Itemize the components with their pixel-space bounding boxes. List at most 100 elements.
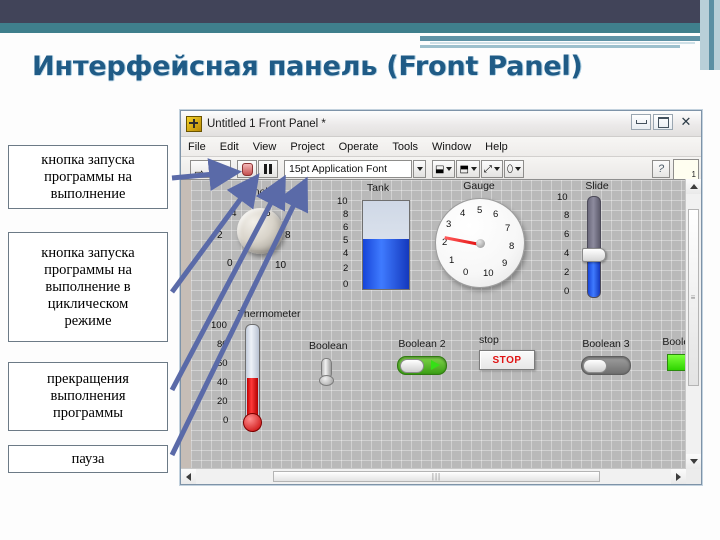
chevron-down-icon (470, 167, 477, 171)
align-objects-button[interactable]: ⬓ (432, 160, 456, 178)
menu-item-window[interactable]: Window (425, 140, 478, 154)
boolean-3-label: Boolean 3 (582, 338, 630, 350)
slide-track[interactable] (587, 196, 601, 298)
gauge-hub (476, 239, 485, 248)
tank-vessel[interactable] (362, 200, 410, 290)
run-button[interactable] (190, 160, 210, 178)
scroll-right-button[interactable] (671, 469, 686, 484)
callout-run-line-1: кнопка запуска (41, 151, 135, 168)
scroll-down-button[interactable] (686, 454, 701, 469)
callout-run-line-3: выполнение (50, 185, 126, 202)
labview-vi-icon (186, 115, 202, 132)
horizontal-scrollbar-thumb[interactable]: ||| (273, 471, 600, 482)
control-boolean-2[interactable]: Boolean 2 (389, 338, 459, 388)
knob-tick-10: 10 (275, 260, 287, 271)
page-title: Интерфейсная панель (Front Panel) (32, 51, 583, 82)
menu-item-edit[interactable]: Edit (213, 140, 246, 154)
run-continuously-icon: ↻ (216, 162, 226, 175)
grip-icon: ≡ (690, 293, 697, 302)
slide-thumb[interactable] (582, 248, 606, 262)
gauge-tick-9: 9 (502, 258, 508, 269)
callout-abort-line-2: выполнения (50, 388, 126, 404)
gauge-face[interactable]: 0 1 2 3 4 5 6 7 8 9 10 (435, 198, 525, 288)
menu-bar: File Edit View Project Operate Tools Win… (181, 137, 701, 157)
search-context-icon[interactable]: 1 (673, 158, 699, 180)
minimize-icon (635, 120, 647, 124)
tank-tick-6: 6 (343, 222, 349, 233)
control-boolean-3[interactable]: Boolean 3 (573, 338, 643, 388)
gauge-tick-7: 7 (505, 223, 511, 234)
boolean-2-label: Boolean 2 (398, 338, 446, 350)
callout-abort-button: прекращения выполнения программы (8, 362, 168, 431)
control-tank[interactable]: Tank 10 8 6 5 4 2 0 (333, 182, 413, 300)
control-stop[interactable]: stop STOP (479, 334, 549, 386)
context-help-button[interactable]: ? (652, 160, 670, 178)
therm-tick-80: 80 (217, 339, 228, 350)
font-selector-dropdown[interactable] (413, 160, 426, 178)
gauge-tick-8: 8 (509, 241, 515, 252)
vertical-scrollbar-thumb[interactable]: ≡ (688, 209, 699, 386)
gauge-tick-6: 6 (493, 209, 499, 220)
callout-abort-line-1: прекращения (47, 371, 129, 387)
knob-dial[interactable] (237, 208, 283, 254)
menu-item-operate[interactable]: Operate (332, 140, 386, 154)
vertical-scrollbar[interactable]: ≡ (685, 179, 701, 469)
gauge-tick-1: 1 (449, 255, 455, 266)
run-arrow-icon (195, 164, 206, 175)
menu-item-help[interactable]: Help (478, 140, 515, 154)
boolean-2-rocker[interactable] (397, 356, 447, 375)
scroll-left-button[interactable] (181, 469, 196, 484)
control-knob[interactable]: Knob 2 4 6 8 0 10 (213, 186, 313, 296)
menu-item-project[interactable]: Project (283, 140, 331, 154)
minimize-button[interactable] (631, 114, 651, 130)
control-boolean[interactable]: Boolean (309, 340, 369, 400)
tank-tick-5: 5 (343, 235, 349, 246)
stop-button[interactable]: STOP (479, 350, 535, 370)
maximize-button[interactable] (653, 114, 673, 130)
gauge-tick-4: 4 (460, 208, 466, 219)
knob-tick-8: 8 (285, 230, 291, 241)
menu-item-tools[interactable]: Tools (385, 140, 425, 154)
callout-runcont-line-3: выполнение в (45, 278, 131, 295)
tank-tick-0: 0 (343, 279, 349, 290)
close-button[interactable]: ✕ (675, 114, 697, 130)
callout-runcont-line-1: кнопка запуска (41, 244, 135, 261)
pause-button[interactable] (258, 160, 278, 178)
horizontal-scrollbar[interactable]: ||| (181, 468, 686, 484)
slide-tick-4: 4 (564, 248, 570, 259)
slide-tick-8: 8 (564, 210, 570, 221)
callout-pause-line-1: пауза (71, 450, 105, 467)
panel-left-margin (181, 180, 191, 469)
control-gauge[interactable]: Gauge 0 1 2 3 4 5 6 7 8 9 10 (423, 180, 538, 300)
chevron-left-icon (186, 472, 191, 481)
scroll-up-button[interactable] (686, 179, 701, 194)
distribute-objects-button[interactable]: ⬒ (456, 160, 480, 178)
title-rule-primary (420, 36, 700, 41)
menu-item-file[interactable]: File (181, 140, 213, 154)
callout-runcont-line-4: циклическом (47, 295, 129, 312)
font-selector[interactable]: 15pt Application Font (284, 160, 412, 178)
control-thermometer[interactable]: Thermometer 100 80 60 40 20 0 (209, 308, 319, 438)
control-slide[interactable]: Slide 10 8 6 4 2 0 (553, 180, 633, 305)
front-panel-canvas[interactable]: Knob 2 4 6 8 0 10 Tank 10 8 6 5 4 2 0 Ga… (181, 179, 701, 484)
boolean-3-rocker[interactable] (581, 356, 631, 375)
thermometer-label: Thermometer (237, 308, 301, 320)
context-help-count: 1 (691, 169, 696, 179)
boolean-toggle-switch[interactable] (319, 358, 334, 386)
title-rule-tertiary (420, 45, 680, 48)
slide-tick-10: 10 (557, 192, 568, 203)
abort-execution-button[interactable] (237, 160, 257, 178)
reorder-button[interactable]: ⬯ (503, 160, 525, 178)
knob-tick-0: 0 (227, 258, 233, 269)
resize-objects-button[interactable]: ⤢ (480, 160, 503, 178)
gauge-needle (444, 236, 481, 246)
menu-item-view[interactable]: View (246, 140, 284, 154)
tank-fill-level (363, 238, 409, 289)
chevron-down-icon (689, 459, 698, 464)
rocker-led-icon (431, 360, 440, 370)
grip-icon: ||| (431, 472, 442, 481)
slide-tick-0: 0 (564, 286, 570, 297)
thermometer-tube[interactable] (245, 324, 260, 424)
run-continuously-button[interactable]: ↻ (211, 160, 231, 178)
gauge-tick-5: 5 (477, 205, 483, 216)
